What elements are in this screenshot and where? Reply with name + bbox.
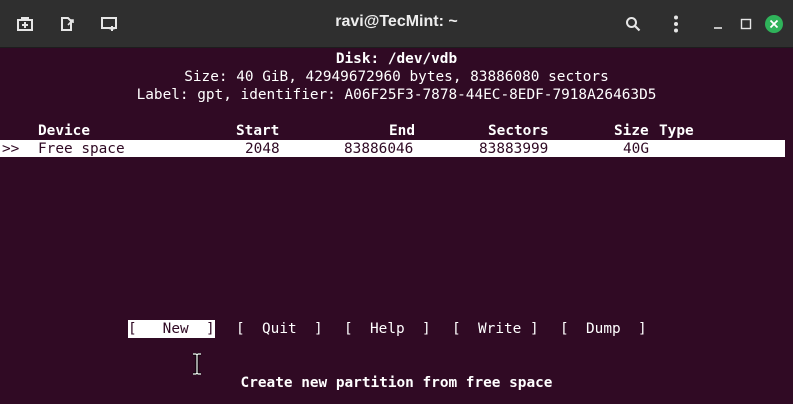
row-sectors: 83883999 — [479, 141, 549, 157]
search-icon — [625, 16, 641, 32]
dump-button[interactable]: [ Dump ] — [560, 320, 647, 338]
hint-text: Create new partition from free space — [240, 375, 553, 391]
close-button[interactable] — [758, 8, 790, 40]
header-device: Device — [38, 123, 90, 139]
new-window-icon — [101, 16, 117, 32]
help-button[interactable]: [ Help ] — [344, 320, 431, 338]
new-window-button[interactable] — [93, 8, 125, 40]
row-device: Free space — [38, 141, 125, 157]
new-tab-icon — [17, 16, 33, 32]
kebab-menu-icon — [673, 15, 679, 33]
size-line: Size: 40 GiB, 42949672960 bytes, 8388608… — [184, 69, 609, 85]
table-row[interactable]: >> Free space 2048 83886046 83883999 40G — [0, 140, 785, 157]
terminal-window: ravi@TecMint: ~ Disk: /dev/vdb Size: 40 … — [0, 0, 793, 404]
header-sectors: Sectors — [488, 123, 549, 139]
row-size: 40G — [623, 141, 649, 157]
text-cursor-icon — [191, 353, 203, 375]
disk-line: Disk: /dev/vdb — [335, 51, 458, 67]
search-button[interactable] — [617, 8, 649, 40]
header-end: End — [389, 123, 415, 139]
close-icon — [765, 15, 783, 33]
header-size: Size — [614, 123, 649, 139]
row-marker: >> — [2, 141, 20, 157]
terminal-area[interactable]: Disk: /dev/vdb Size: 40 GiB, 42949672960… — [0, 48, 793, 404]
title-bar: ravi@TecMint: ~ — [0, 0, 793, 48]
row-end: 83886046 — [344, 141, 414, 157]
write-button[interactable]: [ Write ] — [452, 320, 539, 338]
quit-button[interactable]: [ Quit ] — [236, 320, 323, 338]
maximize-icon — [740, 18, 752, 30]
row-start: 2048 — [245, 141, 280, 157]
minimize-icon — [712, 18, 724, 30]
label-line: Label: gpt, identifier: A06F25F3-7878-44… — [136, 87, 657, 103]
new-button[interactable]: [ New ] — [128, 320, 215, 338]
header-start: Start — [236, 123, 280, 139]
header-type: Type — [659, 123, 694, 139]
detach-tab-icon — [59, 16, 75, 32]
new-tab-button[interactable] — [9, 8, 41, 40]
menu-button[interactable] — [660, 8, 692, 40]
detach-tab-button[interactable] — [51, 8, 83, 40]
